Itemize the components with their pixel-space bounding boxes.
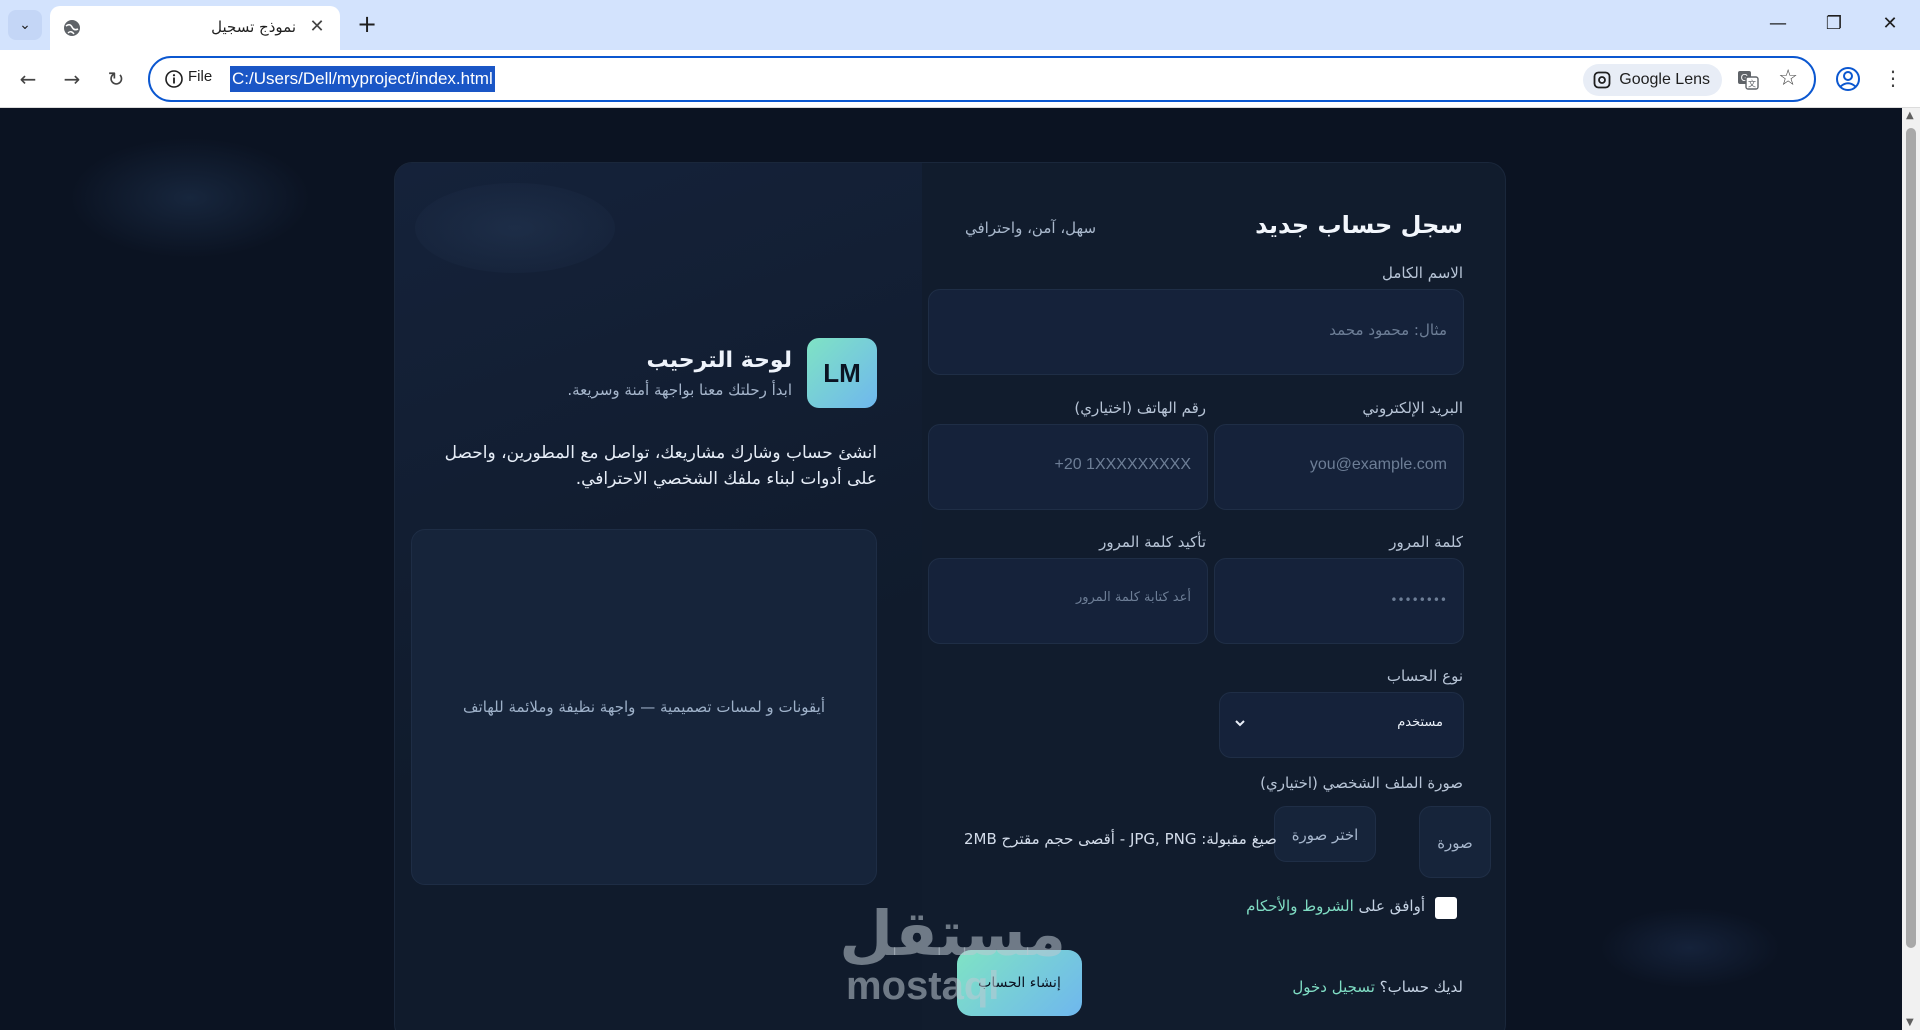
browser-tabstrip: ⌄ نموذج تسجيل ✕ + — ❐ ✕ <box>0 0 1920 50</box>
terms-text: أوافق على الشروط والأحكام <box>1246 897 1425 915</box>
svg-text:文: 文 <box>1748 79 1756 89</box>
email-label: البريد الإلكتروني <box>1362 399 1463 417</box>
welcome-panel: LM لوحة الترحيب ابدأ رحلتك معنا بواجهة أ… <box>395 163 922 1030</box>
confirm-password-input[interactable]: أعد كتابة كلمة المرور <box>928 558 1208 644</box>
address-scheme-label: File <box>188 68 213 85</box>
page-viewport: LM لوحة الترحيب ابدأ رحلتك معنا بواجهة أ… <box>0 108 1902 1030</box>
avatar-preview: صورة <box>1419 806 1491 878</box>
phone-placeholder: +20 1XXXXXXXXX <box>1054 456 1191 473</box>
tab-title: نموذج تسجيل <box>211 18 296 36</box>
registration-card: LM لوحة الترحيب ابدأ رحلتك معنا بواجهة أ… <box>394 162 1506 1030</box>
address-url[interactable]: C:/Users/Dell/myproject/index.html <box>230 66 495 92</box>
scroll-down-arrow-icon[interactable]: ▼ <box>1906 1017 1914 1028</box>
showcase-box: أيقونات و لمسات تصميمية — واجهة نظيفة وم… <box>411 529 877 885</box>
profile-icon[interactable] <box>1832 63 1864 95</box>
browser-tab[interactable]: نموذج تسجيل ✕ <box>50 6 340 50</box>
showcase-caption: أيقونات و لمسات تصميمية — واجهة نظيفة وم… <box>463 698 825 716</box>
google-lens-label: Google Lens <box>1619 71 1710 88</box>
choose-image-button[interactable]: اختر صورة <box>1274 806 1376 862</box>
full-name-placeholder: مثال: محمود محمد <box>1329 321 1447 339</box>
new-tab-button[interactable]: + <box>352 10 382 40</box>
browser-menu-icon[interactable]: ⋮ <box>1878 62 1908 94</box>
email-input[interactable]: you@example.com <box>1214 424 1464 510</box>
browser-toolbar: ← → ↻ File C:/Users/Dell/myproject/index… <box>0 50 1920 108</box>
terms-link[interactable]: الشروط والأحكام <box>1246 897 1354 915</box>
phone-input[interactable]: +20 1XXXXXXXXX <box>928 424 1208 510</box>
form-title: سجل حساب جديد <box>1255 211 1463 239</box>
confirm-password-label: تأكيد كلمة المرور <box>1099 533 1206 551</box>
terms-prefix: أوافق على <box>1358 897 1425 915</box>
password-placeholder: •••••••• <box>1390 593 1447 607</box>
address-bar[interactable]: File C:/Users/Dell/myproject/index.html … <box>148 56 1816 102</box>
brand-logo: LM <box>807 338 877 408</box>
close-window-button[interactable]: ✕ <box>1870 8 1910 40</box>
translate-icon[interactable]: G 文 <box>1736 68 1760 92</box>
account-type-select[interactable]: مستخدم <box>1219 692 1464 758</box>
chevron-down-icon <box>1235 720 1245 727</box>
tab-search-chevron-icon[interactable]: ⌄ <box>8 10 42 40</box>
form-subtitle: سهل، آمن، واحترافي <box>965 219 1097 237</box>
password-input[interactable]: •••••••• <box>1214 558 1464 644</box>
terms-checkbox[interactable] <box>1435 897 1457 919</box>
globe-icon <box>64 20 80 36</box>
login-prompt: لديك حساب؟ تسجيل دخول <box>1292 978 1463 996</box>
file-format-hint: صيغ مقبولة: JPG, PNG - أقصى حجم مقترح 2M… <box>964 830 1277 848</box>
registration-form: سجل حساب جديد سهل، آمن، واحترافي الاسم ا… <box>922 163 1505 1030</box>
welcome-title: لوحة الترحيب <box>646 348 792 373</box>
minimize-button[interactable]: — <box>1758 8 1798 40</box>
account-type-label: نوع الحساب <box>1386 667 1463 685</box>
info-icon[interactable] <box>164 69 184 89</box>
phone-label: رقم الهاتف (اختياري) <box>1074 399 1206 417</box>
forward-arrow-icon[interactable]: → <box>56 63 88 95</box>
scrollbar-thumb[interactable] <box>1906 128 1916 948</box>
account-type-value: مستخدم <box>1397 715 1443 730</box>
confirm-password-placeholder: أعد كتابة كلمة المرور <box>1075 590 1191 605</box>
login-link[interactable]: تسجيل دخول <box>1292 978 1375 996</box>
password-label: كلمة المرور <box>1389 533 1463 551</box>
full-name-label: الاسم الكامل <box>1381 264 1463 282</box>
reload-icon[interactable]: ↻ <box>100 63 132 95</box>
lens-icon <box>1593 71 1611 89</box>
login-prompt-text: لديك حساب؟ <box>1379 978 1463 996</box>
create-account-button[interactable]: إنشاء الحساب <box>957 950 1082 1016</box>
decorative-glow <box>415 183 615 273</box>
welcome-intro: انشئ حساب وشارك مشاريعك، تواصل مع المطور… <box>444 443 877 489</box>
avatar-label: صورة الملف الشخصي (اختياري) <box>1260 774 1463 792</box>
email-placeholder: you@example.com <box>1309 456 1447 473</box>
scroll-up-arrow-icon[interactable]: ▲ <box>1906 110 1914 121</box>
welcome-subtitle: ابدأ رحلتك معنا بواجهة أمنة وسريعة. <box>567 381 792 399</box>
restore-button[interactable]: ❐ <box>1814 8 1854 40</box>
page-scrollbar[interactable]: ▲ ▼ <box>1902 108 1920 1030</box>
back-arrow-icon[interactable]: ← <box>12 63 44 95</box>
full-name-input[interactable]: مثال: محمود محمد <box>928 289 1464 375</box>
tab-close-icon[interactable]: ✕ <box>306 16 328 38</box>
bookmark-star-icon[interactable]: ☆ <box>1778 66 1798 91</box>
google-lens-button[interactable]: Google Lens <box>1583 64 1722 96</box>
